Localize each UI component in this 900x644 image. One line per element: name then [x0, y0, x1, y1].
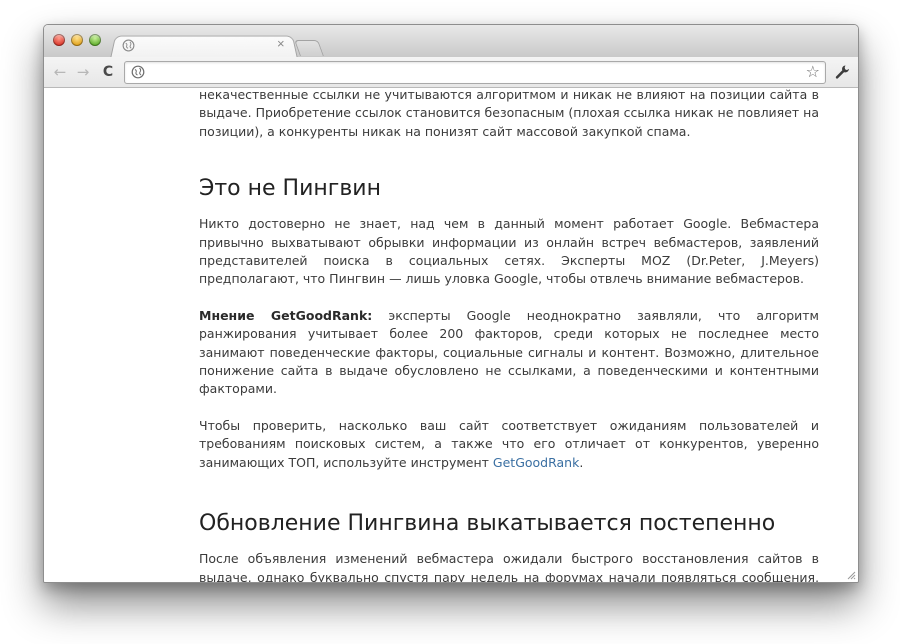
- paragraph3-end: .: [579, 454, 584, 470]
- forward-button[interactable]: →: [74, 63, 92, 81]
- new-tab-button[interactable]: [294, 40, 324, 56]
- reload-button[interactable]: C: [99, 63, 117, 81]
- section1-paragraph3: Чтобы проверить, насколько ваш сайт соот…: [199, 417, 819, 472]
- back-button[interactable]: ←: [51, 63, 69, 81]
- browser-tab[interactable]: [110, 35, 298, 59]
- article-content: некачественные ссылки не учитываются алг…: [199, 88, 819, 582]
- minimize-window-button[interactable]: [71, 34, 83, 46]
- tab-close-button[interactable]: ×: [277, 37, 285, 51]
- section-heading-penguin-rollout: Обновление Пингвина выкатывается постепе…: [199, 511, 776, 537]
- zoom-window-button[interactable]: [89, 34, 101, 46]
- section1-paragraph1: Никто достоверно не знает, над чем в дан…: [199, 216, 819, 287]
- address-bar[interactable]: ☆: [124, 61, 826, 84]
- opinion-label: Мнение GetGoodRank:: [199, 307, 373, 323]
- section1-opinion-paragraph: Мнение GetGoodRank: эксперты Google неод…: [199, 307, 819, 399]
- wrench-icon[interactable]: [834, 64, 850, 80]
- page-viewport[interactable]: некачественные ссылки не учитываются алг…: [44, 88, 858, 582]
- intro-paragraph: некачественные ссылки не учитываются алг…: [199, 88, 819, 139]
- browser-toolbar: ← → C ☆: [44, 57, 858, 88]
- getgoodrank-link[interactable]: GetGoodRank: [493, 455, 579, 470]
- bookmark-star-icon[interactable]: ☆: [806, 62, 820, 82]
- tab-strip: ×: [44, 25, 858, 59]
- close-window-button[interactable]: [53, 34, 65, 46]
- globe-icon: [122, 39, 135, 52]
- section2-paragraph1: После объявления изменений вебмастера ож…: [199, 551, 819, 582]
- browser-window: × ← → C ☆ некачественные ссылки не учиты…: [43, 24, 859, 583]
- section-heading-not-penguin: Это не Пингвин: [199, 176, 381, 202]
- globe-icon: [131, 65, 145, 79]
- resize-grip-icon[interactable]: [846, 570, 856, 580]
